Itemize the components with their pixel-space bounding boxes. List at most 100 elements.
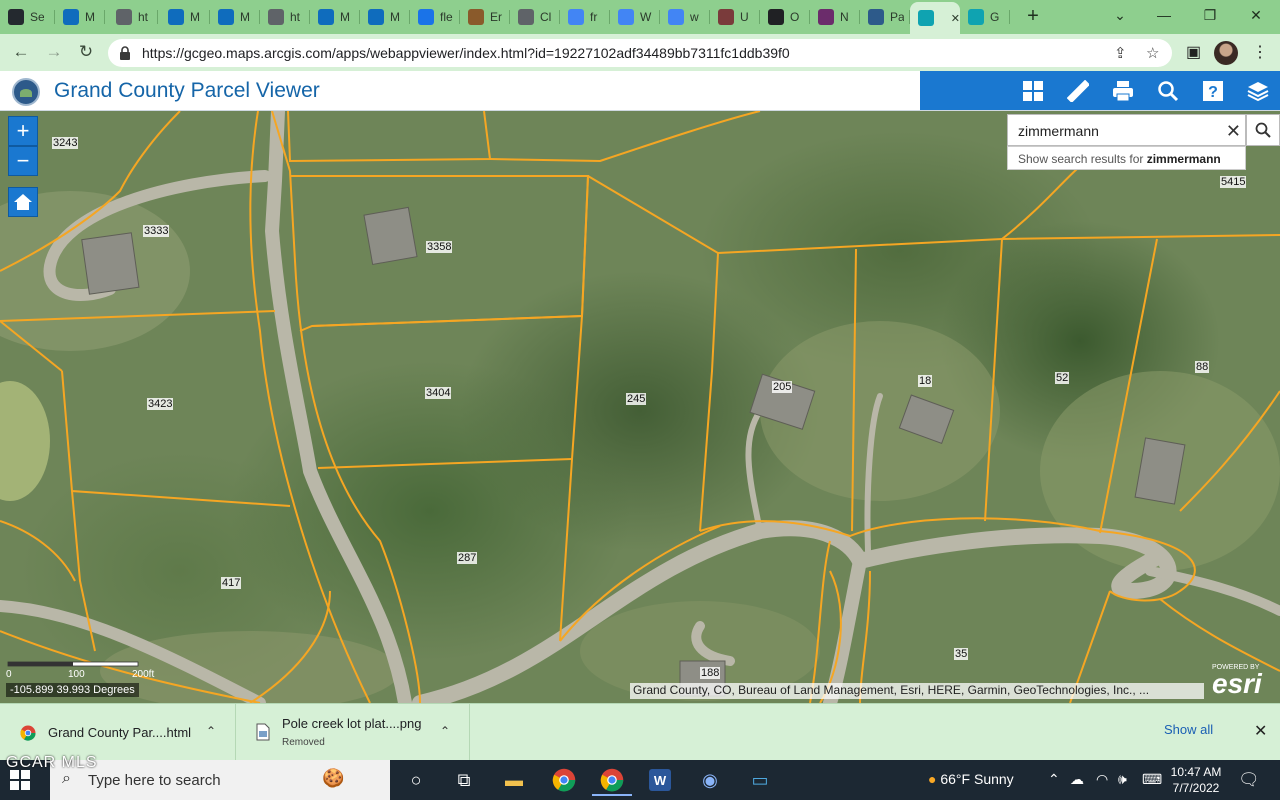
close-downloads-icon[interactable]: ✕ xyxy=(1254,721,1267,741)
taskbar-search[interactable]: ⌕ Type here to search 🍪 xyxy=(50,760,390,800)
notification-icon[interactable]: 🗨 xyxy=(1238,770,1260,790)
outlook-icon xyxy=(318,9,334,25)
browser-tab[interactable]: ht xyxy=(260,4,310,30)
chrome-icon xyxy=(20,725,36,741)
suggest-term: zimmermann xyxy=(1146,152,1221,166)
browser-tab[interactable]: w xyxy=(660,4,710,30)
input-icon[interactable]: ⌨ xyxy=(1142,771,1162,788)
word-icon[interactable]: W xyxy=(640,764,680,796)
measure-icon[interactable] xyxy=(1064,77,1092,105)
browser-tab[interactable]: O xyxy=(760,4,810,30)
bookmark-star-icon[interactable]: ☆ xyxy=(1146,44,1159,62)
print-icon[interactable] xyxy=(1109,77,1137,105)
browser-tab[interactable]: M xyxy=(360,4,410,30)
chevron-up-icon[interactable]: ⌃ xyxy=(206,724,216,738)
county-logo xyxy=(12,78,40,106)
wifi-icon[interactable]: ◠ xyxy=(1096,771,1108,788)
zoom-in-button[interactable]: + xyxy=(8,116,38,146)
tab-title: M xyxy=(85,10,95,24)
attribution: Grand County, CO, Bureau of Land Managem… xyxy=(630,683,1204,699)
tab-search-icon[interactable]: ⌄ xyxy=(1100,4,1140,28)
browser-tab[interactable]: fr xyxy=(560,4,610,30)
browser-tab[interactable]: M xyxy=(55,4,105,30)
search-icon[interactable] xyxy=(1154,77,1182,105)
chevron-up-icon[interactable]: ⌃ xyxy=(440,724,450,738)
back-button[interactable]: ← xyxy=(9,41,33,65)
share-icon[interactable]: ⇪ xyxy=(1114,44,1127,62)
search-submit-button[interactable] xyxy=(1246,114,1280,146)
tab-strip: Se Mht M Mht M Mfle Er Cl fr Ww U O N Pa ✕ G + ⌄ — ❐ ✕ xyxy=(0,0,1280,34)
document-icon xyxy=(116,9,132,25)
help-icon[interactable]: ? xyxy=(1199,77,1227,105)
cortana-icon[interactable]: ○ xyxy=(396,764,436,796)
download-item[interactable]: Pole creek lot plat....png Removed ⌃ xyxy=(236,704,470,761)
outlook-icon xyxy=(218,9,234,25)
volume-icon[interactable]: 🕪 xyxy=(1118,771,1127,788)
chrome-icon[interactable] xyxy=(592,764,632,796)
zoom-out-button[interactable]: − xyxy=(8,146,38,176)
browser-tab[interactable]: Er xyxy=(460,4,510,30)
new-tab-button[interactable]: + xyxy=(1022,6,1044,28)
google-icon xyxy=(568,9,584,25)
browser-toolbar: ← → ↻ https://gcgeo.maps.arcgis.com/apps… xyxy=(0,34,1280,71)
browser-tab[interactable]: Pa xyxy=(860,4,910,30)
home-button[interactable] xyxy=(8,187,38,217)
link-icon xyxy=(818,9,834,25)
task-view-icon[interactable]: ⧉ xyxy=(444,764,484,796)
parcel-label: 5415 xyxy=(1220,176,1247,188)
menu-icon[interactable]: ⋮ xyxy=(1252,42,1268,62)
layers-icon[interactable] xyxy=(1244,77,1272,105)
image-icon xyxy=(468,9,484,25)
browser-tab[interactable]: M xyxy=(160,4,210,30)
download-filename: Grand County Par....html xyxy=(48,725,192,740)
search-icon xyxy=(1255,122,1271,138)
app-title: Grand County Parcel Viewer xyxy=(54,79,320,102)
close-window-button[interactable]: ✕ xyxy=(1236,4,1276,28)
parcel-label: 3333 xyxy=(143,225,170,237)
browser-tab[interactable]: Cl xyxy=(510,4,560,30)
map-view[interactable]: 3243 3333 3358 3423 3404 245 205 18 52 8… xyxy=(0,111,1280,703)
browser-tab[interactable]: Se xyxy=(0,4,55,30)
browser-tab[interactable]: M xyxy=(310,4,360,30)
tab-title: M xyxy=(340,10,350,24)
browser-tab[interactable]: fle xyxy=(410,4,460,30)
forward-button[interactable]: → xyxy=(42,41,66,65)
minimize-button[interactable]: — xyxy=(1144,4,1184,28)
github-icon xyxy=(8,9,24,25)
grid-icon[interactable] xyxy=(1019,77,1047,105)
search-suggestion[interactable]: Show search results for zimmermann xyxy=(1007,146,1246,170)
side-panel-icon[interactable]: ▣ xyxy=(1186,42,1201,62)
screen: Se Mht M Mht M Mfle Er Cl fr Ww U O N Pa ✕ G + ⌄ — ❐ ✕ … xyxy=(0,0,1280,800)
reload-button[interactable]: ↻ xyxy=(74,41,98,65)
mail-icon[interactable]: ▭ xyxy=(740,764,780,796)
show-all-button[interactable]: Show all xyxy=(1164,722,1213,737)
cloud-icon[interactable]: ☁ xyxy=(1070,771,1084,788)
app-icon[interactable]: ◉ xyxy=(690,764,730,796)
restore-button[interactable]: ❐ xyxy=(1190,4,1230,28)
browser-tab[interactable]: G xyxy=(960,4,1010,30)
esri-logo: POWERED BY esri xyxy=(1212,664,1262,698)
close-tab-icon[interactable]: ✕ xyxy=(951,12,960,25)
parcel-label: 245 xyxy=(626,393,647,405)
profile-avatar[interactable] xyxy=(1214,41,1238,65)
browser-tab[interactable]: W xyxy=(610,4,660,30)
chevron-up-icon[interactable]: ⌃ xyxy=(1048,771,1060,788)
clear-search-icon[interactable]: ✕ xyxy=(1226,121,1241,142)
tab-title: U xyxy=(740,10,749,24)
browser-tab[interactable]: U xyxy=(710,4,760,30)
search-highlight-icon: 🍪 xyxy=(322,768,345,788)
clock[interactable]: 10:47 AM 7/7/2022 xyxy=(1168,764,1224,796)
chrome-profile-icon[interactable] xyxy=(544,764,584,796)
browser-tab[interactable]: ✕ xyxy=(910,2,960,34)
search-input[interactable]: zimmermann ✕ xyxy=(1007,114,1246,146)
address-bar[interactable]: https://gcgeo.maps.arcgis.com/apps/webap… xyxy=(108,39,1172,67)
browser-tab[interactable]: ht xyxy=(108,4,158,30)
file-explorer-icon[interactable]: ▬ xyxy=(494,764,534,796)
tab-title: ht xyxy=(138,10,149,24)
clock-time: 10:47 AM xyxy=(1170,765,1222,779)
windows-start-icon[interactable] xyxy=(10,770,30,790)
browser-tab[interactable]: N xyxy=(810,4,860,30)
browser-tab[interactable]: M xyxy=(210,4,260,30)
weather-widget[interactable]: ● 66°F Sunny xyxy=(928,771,1014,787)
download-item[interactable]: Grand County Par....html ⌃ xyxy=(0,704,236,761)
